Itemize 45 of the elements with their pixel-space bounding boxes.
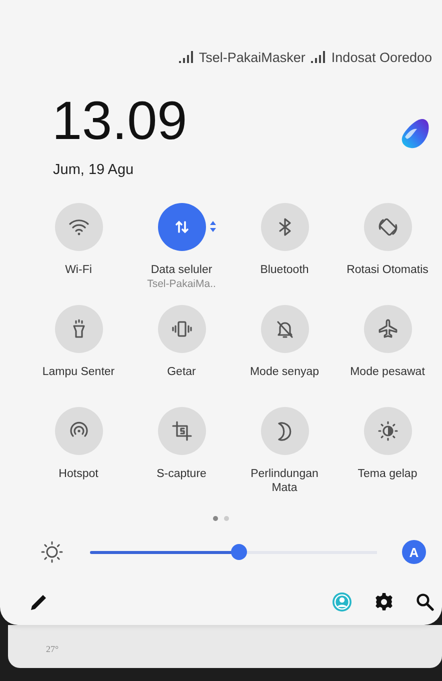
toggle-button[interactable] (54, 407, 102, 455)
contrast-sun-icon (376, 419, 400, 443)
tile-label: S-capture (156, 467, 206, 481)
carrier-name: Indosat Ooredoo (331, 50, 432, 64)
toggle-button[interactable] (260, 203, 308, 251)
slider-thumb[interactable] (231, 544, 248, 560)
toggle-button[interactable] (158, 407, 206, 455)
tile-label: Lampu Senter (42, 365, 115, 379)
tile-label: Data seluler (150, 263, 212, 277)
sun-icon (40, 540, 64, 564)
carrier-name: Tsel-PakaiMasker (198, 50, 306, 64)
toggle-button[interactable] (158, 203, 206, 251)
toggle-button[interactable] (54, 305, 102, 353)
blob-logo-icon[interactable] (400, 117, 430, 149)
toggle-button[interactable] (260, 407, 308, 455)
crescent-moon-icon (278, 422, 292, 440)
tile-label: Hotspot (58, 467, 98, 481)
signal-icon (178, 51, 195, 63)
clock-time: 13.09 (52, 93, 188, 149)
tile-label: Bluetooth (260, 263, 309, 277)
toggle-button[interactable] (54, 203, 102, 251)
search-icon[interactable] (416, 593, 434, 611)
tile-label: Getar (167, 365, 196, 379)
toggle-button[interactable] (260, 305, 308, 353)
toggle-button[interactable] (364, 305, 412, 353)
tile-label: Mode pesawat (350, 365, 425, 379)
toggle-button[interactable] (364, 407, 412, 455)
clock-date: Jum, 19 Agu (52, 161, 135, 180)
toggle-button[interactable] (158, 305, 206, 353)
tile-label: Rotasi Otomatis (346, 263, 428, 277)
crop-icon (170, 419, 194, 443)
tile-label: Mode senyap (250, 365, 320, 379)
tile-label: Wi-Fi (65, 263, 92, 277)
temperature-text: 27° (46, 644, 59, 654)
tile-label: Tema gelap (358, 467, 418, 481)
pencil-icon[interactable] (30, 593, 48, 611)
tile-sublabel: Tsel-PakaiMa.. (147, 277, 216, 291)
signal-icon (311, 51, 328, 63)
page-dot[interactable] (224, 516, 229, 521)
page-dot[interactable] (213, 516, 218, 521)
tile-label: Perlindungan Mata (250, 467, 320, 495)
toggle-button[interactable] (364, 203, 412, 251)
auto-brightness-button[interactable]: A (402, 540, 426, 564)
up-down-caret-icon[interactable] (210, 221, 216, 232)
settings-icon[interactable] (374, 592, 394, 612)
